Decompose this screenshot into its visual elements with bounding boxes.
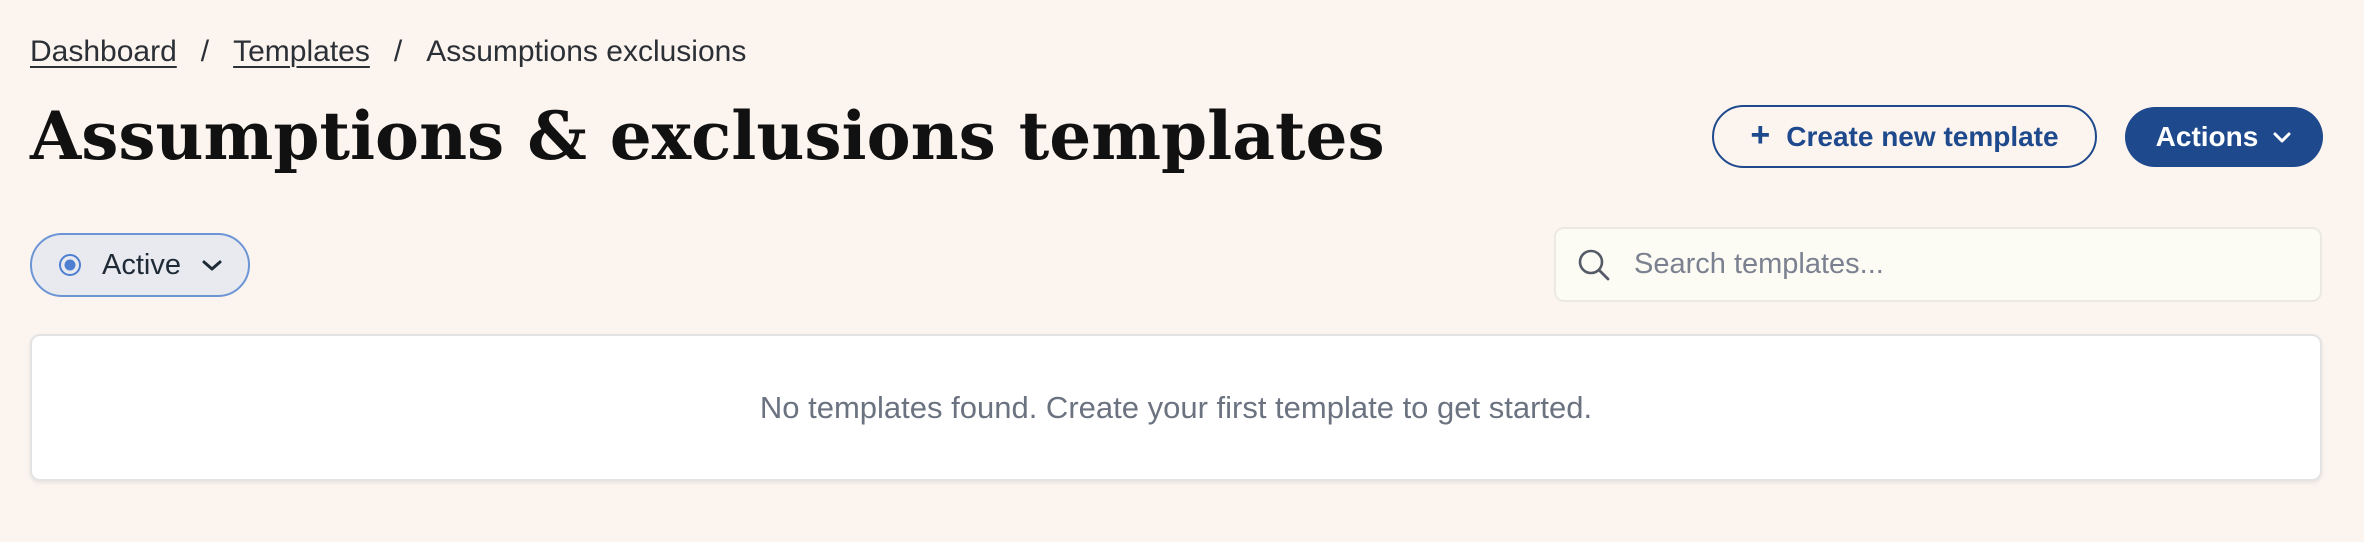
- search-box: [1554, 227, 2322, 302]
- create-new-template-label: Create new template: [1786, 120, 2059, 152]
- page-title: Assumptions & exclusions templates: [30, 97, 1385, 175]
- breadcrumb-separator: /: [200, 35, 210, 68]
- chevron-down-icon: [201, 258, 223, 272]
- breadcrumb-link-templates[interactable]: Templates: [233, 35, 370, 69]
- status-filter-label: Active: [102, 248, 181, 281]
- radio-selected-icon: [58, 253, 82, 277]
- empty-state-card: No templates found. Create your first te…: [30, 334, 2322, 481]
- actions-button[interactable]: Actions: [2125, 107, 2323, 167]
- breadcrumb-separator: /: [393, 35, 403, 68]
- actions-label: Actions: [2155, 121, 2259, 152]
- status-filter-dropdown[interactable]: Active: [30, 233, 250, 297]
- chevron-down-icon: [2272, 130, 2292, 144]
- plus-icon: +: [1750, 116, 1771, 154]
- empty-state-message: No templates found. Create your first te…: [759, 389, 1593, 425]
- create-new-template-button[interactable]: + Create new template: [1712, 105, 2097, 168]
- breadcrumb-link-dashboard[interactable]: Dashboard: [30, 35, 177, 69]
- breadcrumb: Dashboard / Templates / Assumptions excl…: [30, 30, 746, 74]
- search-input[interactable]: [1632, 247, 2276, 282]
- search-icon: [1576, 247, 1612, 283]
- breadcrumb-current: Assumptions exclusions: [426, 35, 747, 68]
